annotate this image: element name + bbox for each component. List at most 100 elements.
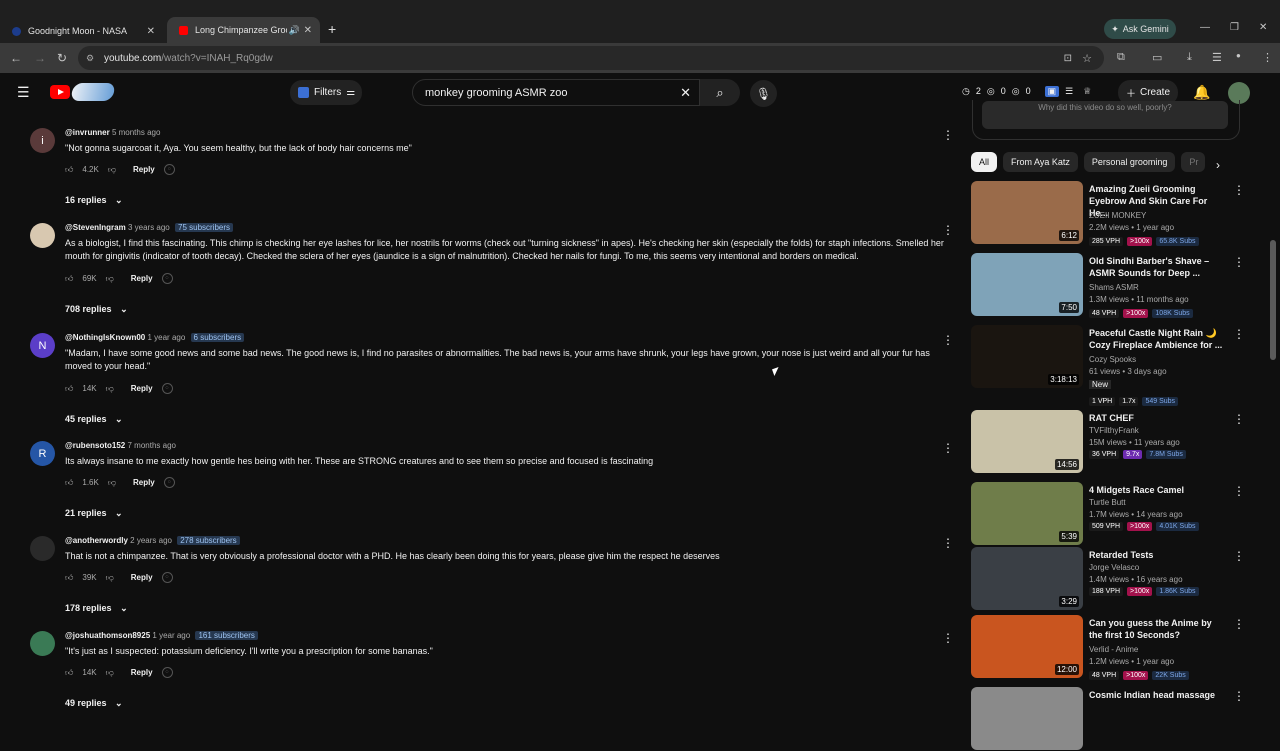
notifications-bell-icon[interactable]: 🔔 xyxy=(1193,84,1210,101)
download-icon[interactable]: ⤓ xyxy=(1187,51,1192,64)
video-channel[interactable]: Verlid - Anime xyxy=(1089,645,1138,654)
video-channel[interactable]: Jorge Velasco xyxy=(1089,563,1139,572)
browser-tab-youtube[interactable]: Long Chimpanzee Grooming 🔊 ✕ xyxy=(167,17,320,43)
address-bar[interactable]: ⚙ youtube.com/watch?v=INAH_Rq0gdw ⊡ ☆ xyxy=(78,46,1104,70)
page-scrollbar[interactable] xyxy=(1270,240,1276,360)
comment-menu-icon[interactable]: ⋮ xyxy=(942,333,954,347)
video-title[interactable]: Retarded Tests xyxy=(1089,549,1225,561)
comment-menu-icon[interactable]: ⋮ xyxy=(942,128,954,142)
view-replies-button[interactable]: 178 replies ⌄ xyxy=(65,603,128,614)
extensions-icon[interactable]: ⧉ xyxy=(1117,51,1125,64)
minimize-icon[interactable]: — xyxy=(1200,22,1210,33)
reply-button[interactable]: Reply xyxy=(131,384,153,393)
comment-time[interactable]: 1 year ago xyxy=(147,333,185,342)
like-icon[interactable]: 👍︎ xyxy=(65,668,73,678)
like-icon[interactable]: 👍︎ xyxy=(65,384,73,394)
filters-button[interactable]: Filters ⚌ xyxy=(290,80,362,105)
commenter-avatar[interactable] xyxy=(30,223,55,248)
translate-icon[interactable]: ◌ xyxy=(161,572,173,583)
video-thumbnail[interactable]: 6:12 xyxy=(971,181,1083,244)
related-video[interactable]: 6:12 Amazing Zueii Grooming Eyebrow And … xyxy=(971,181,1245,246)
chip-from-channel[interactable]: From Aya Katz xyxy=(1003,152,1078,172)
search-button[interactable]: ⌕ xyxy=(700,79,740,106)
video-menu-icon[interactable]: ⋮ xyxy=(1233,255,1245,269)
view-replies-button[interactable]: 16 replies ⌄ xyxy=(65,195,123,206)
search-input[interactable]: monkey grooming ASMR zoo ✕ xyxy=(412,79,700,106)
comment-time[interactable]: 7 months ago xyxy=(128,441,176,450)
comment-time[interactable]: 5 months ago xyxy=(112,128,160,137)
video-channel[interactable]: TVFilthyFrank xyxy=(1089,426,1139,435)
video-title[interactable]: Peaceful Castle Night Rain 🌙 Cozy Firepl… xyxy=(1089,327,1225,351)
ai-suggested-question[interactable]: Why did this video do so well, poorly? xyxy=(982,101,1228,129)
like-icon[interactable]: 👍︎ xyxy=(65,274,73,284)
video-channel[interactable]: Turtle Butt xyxy=(1089,498,1126,507)
ask-gemini-button[interactable]: ✦ Ask Gemini xyxy=(1104,19,1176,39)
translate-icon[interactable]: ◌ xyxy=(161,273,173,284)
translate-icon[interactable]: ◌ xyxy=(163,164,175,175)
reply-button[interactable]: Reply xyxy=(131,668,153,677)
view-replies-button[interactable]: 45 replies ⌄ xyxy=(65,414,123,425)
profile-icon[interactable]: ● xyxy=(1236,51,1241,60)
dislike-icon[interactable]: 👎︎ xyxy=(108,478,116,488)
view-replies-button[interactable]: 708 replies ⌄ xyxy=(65,304,128,315)
chip-all[interactable]: All xyxy=(971,152,998,172)
commenter-avatar[interactable] xyxy=(30,631,55,656)
hamburger-menu-icon[interactable]: ☰ xyxy=(17,84,30,101)
video-menu-icon[interactable]: ⋮ xyxy=(1233,484,1245,498)
related-video[interactable]: 5:39 4 Midgets Race Camel Turtle Butt 1.… xyxy=(971,482,1245,546)
video-thumbnail[interactable]: 14:56 xyxy=(971,410,1083,473)
bookmark-star-icon[interactable]: ☆ xyxy=(1082,52,1092,65)
speaker-icon[interactable]: 🔊 xyxy=(289,25,300,36)
video-menu-icon[interactable]: ⋮ xyxy=(1233,327,1245,341)
doodle-logo-icon[interactable] xyxy=(70,83,116,101)
video-thumbnail[interactable]: 7:50 xyxy=(971,253,1083,316)
reload-icon[interactable]: ↻ xyxy=(57,51,67,65)
list-icon[interactable]: ☰ xyxy=(1065,86,1073,97)
commenter-avatar[interactable]: i xyxy=(30,128,55,153)
comment-author[interactable]: @anotherwordly xyxy=(65,536,128,545)
comment-author[interactable]: @joshuathomson8925 xyxy=(65,631,150,640)
clear-search-icon[interactable]: ✕ xyxy=(680,85,691,101)
related-video[interactable]: 3:18:13 Peaceful Castle Night Rain 🌙 Coz… xyxy=(971,325,1245,406)
video-thumbnail[interactable] xyxy=(971,687,1083,750)
video-menu-icon[interactable]: ⋮ xyxy=(1233,689,1245,703)
video-title[interactable]: 4 Midgets Race Camel xyxy=(1089,484,1225,496)
view-replies-button[interactable]: 49 replies ⌄ xyxy=(65,698,123,709)
close-tab-icon[interactable]: ✕ xyxy=(147,26,155,37)
related-video[interactable]: Cosmic Indian head massage ⋮ xyxy=(971,687,1245,751)
chip-personal-grooming[interactable]: Personal grooming xyxy=(1083,152,1176,172)
chrome-menu-icon[interactable]: ⋮ xyxy=(1262,51,1273,64)
voice-search-button[interactable]: 🎙 xyxy=(750,80,777,107)
new-tab-button[interactable]: + xyxy=(328,21,336,37)
comment-time[interactable]: 1 year ago xyxy=(152,631,190,640)
trophy-icon[interactable]: ♕ xyxy=(1083,86,1091,97)
related-video[interactable]: 12:00 Can you guess the Anime by the fir… xyxy=(971,615,1245,680)
close-window-icon[interactable]: ✕ xyxy=(1259,22,1267,33)
install-icon[interactable]: ⊡ xyxy=(1064,53,1072,64)
video-thumbnail[interactable]: 3:18:13 xyxy=(971,325,1083,388)
video-title[interactable]: Old Sindhi Barber's Shave – ASMR Sounds … xyxy=(1089,255,1225,279)
related-video[interactable]: 14:56 RAT CHEF TVFilthyFrank 15M views •… xyxy=(971,410,1245,474)
video-menu-icon[interactable]: ⋮ xyxy=(1233,617,1245,631)
dislike-icon[interactable]: 👎︎ xyxy=(108,165,116,175)
video-title[interactable]: RAT CHEF xyxy=(1089,412,1225,424)
video-title[interactable]: Can you guess the Anime by the first 10 … xyxy=(1089,617,1225,641)
extension-badge-icon[interactable]: ▣ xyxy=(1044,86,1060,97)
video-thumbnail[interactable]: 5:39 xyxy=(971,482,1083,545)
related-video[interactable]: 7:50 Old Sindhi Barber's Shave – ASMR So… xyxy=(971,253,1245,318)
site-info-icon[interactable]: ⚙ xyxy=(86,53,94,64)
video-title[interactable]: Cosmic Indian head massage xyxy=(1089,689,1225,701)
video-channel[interactable]: ZUEII MONKEY xyxy=(1089,211,1146,220)
commenter-avatar[interactable]: N xyxy=(30,333,55,358)
like-icon[interactable]: 👍︎ xyxy=(65,165,73,175)
maximize-icon[interactable]: ❐ xyxy=(1230,22,1239,33)
comment-author[interactable]: @StevenIngram xyxy=(65,223,126,232)
comment-menu-icon[interactable]: ⋮ xyxy=(942,631,954,645)
commenter-avatar[interactable]: R xyxy=(30,441,55,466)
reply-button[interactable]: Reply xyxy=(133,478,155,487)
chevron-right-icon[interactable]: › xyxy=(1216,158,1220,172)
video-channel[interactable]: Shams ASMR xyxy=(1089,283,1139,292)
video-channel[interactable]: Cozy Spooks xyxy=(1089,355,1136,364)
related-video[interactable]: 3:29 Retarded Tests Jorge Velasco 1.4M v… xyxy=(971,547,1245,611)
comment-author[interactable]: @invrunner xyxy=(65,128,110,137)
